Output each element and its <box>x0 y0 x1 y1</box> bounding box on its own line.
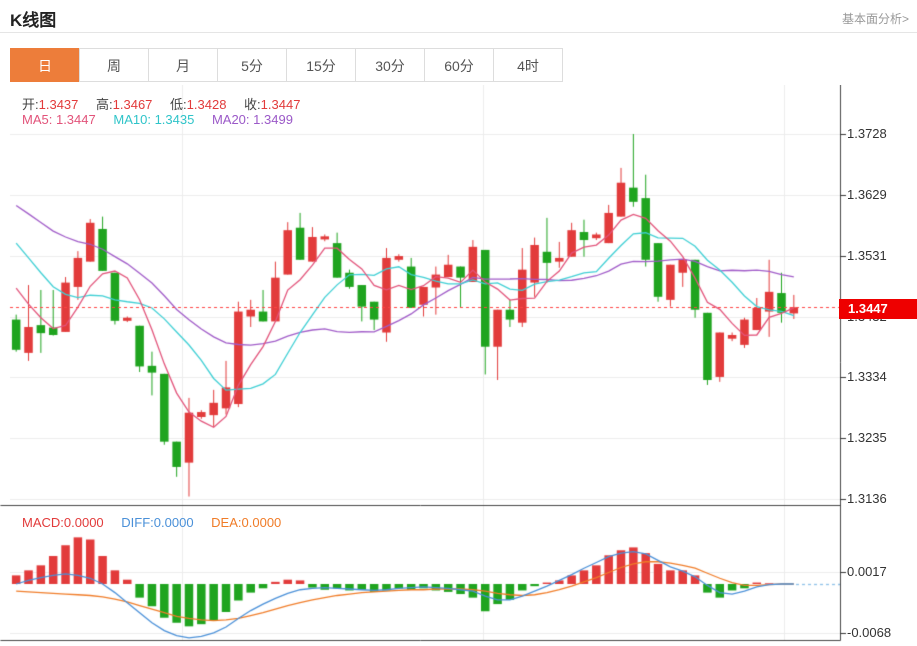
ma5-label: MA5: <box>22 112 52 127</box>
diff-label: DIFF: <box>121 515 154 530</box>
page-title: K线图 <box>10 6 56 31</box>
tab-5min[interactable]: 5分 <box>217 48 287 82</box>
macd-label: MACD: <box>22 515 64 530</box>
high-value: 1.3467 <box>113 97 153 112</box>
ohlc-info: 开:1.3437 高:1.3467 低:1.3428 收:1.3447 <box>22 94 300 113</box>
open-value: 1.3437 <box>39 97 79 112</box>
kline-page: K线图 基本面分析> 日 周 月 5分 15分 30分 60分 4时 开:1.3… <box>0 0 917 646</box>
low-value: 1.3428 <box>187 97 227 112</box>
ma10-value: 1.3435 <box>155 112 195 127</box>
interval-tabs: 日 周 月 5分 15分 30分 60分 4时 <box>10 48 563 82</box>
ma5-value: 1.3447 <box>56 112 96 127</box>
macd-info: MACD:0.0000 DIFF:0.0000 DEA:0.0000 <box>22 515 281 530</box>
high-label: 高: <box>96 97 113 112</box>
close-value: 1.3447 <box>261 97 301 112</box>
tab-4hour[interactable]: 4时 <box>493 48 563 82</box>
dea-value: 0.0000 <box>242 515 282 530</box>
price-axis-label: 1.3136 <box>847 491 887 506</box>
tab-60min[interactable]: 60分 <box>424 48 494 82</box>
kline-chart-canvas <box>0 85 917 646</box>
price-axis-label: 1.3728 <box>847 126 887 141</box>
dea-label: DEA: <box>211 515 241 530</box>
close-label: 收: <box>244 97 261 112</box>
price-axis-label: 1.3334 <box>847 369 887 384</box>
tab-day[interactable]: 日 <box>10 48 80 82</box>
price-axis-label: 1.3629 <box>847 187 887 202</box>
header-divider <box>0 32 917 33</box>
ma10-label: MA10: <box>113 112 151 127</box>
tab-week[interactable]: 周 <box>79 48 149 82</box>
macd-value: 0.0000 <box>64 515 104 530</box>
fundamental-analysis-link[interactable]: 基本面分析> <box>842 10 909 27</box>
tab-15min[interactable]: 15分 <box>286 48 356 82</box>
ma20-label: MA20: <box>212 112 250 127</box>
price-axis-label: 1.3531 <box>847 248 887 263</box>
macd-axis-label: 0.0017 <box>847 564 887 579</box>
open-label: 开: <box>22 97 39 112</box>
diff-value: 0.0000 <box>154 515 194 530</box>
price-axis-label: 1.3235 <box>847 430 887 445</box>
current-price-badge: 1.3447 <box>839 299 917 319</box>
low-label: 低: <box>170 97 187 112</box>
tab-30min[interactable]: 30分 <box>355 48 425 82</box>
ma-info: MA5: 1.3447 MA10: 1.3435 MA20: 1.3499 <box>22 112 293 127</box>
ma20-value: 1.3499 <box>253 112 293 127</box>
macd-axis-label: -0.0068 <box>847 625 891 640</box>
tab-month[interactable]: 月 <box>148 48 218 82</box>
